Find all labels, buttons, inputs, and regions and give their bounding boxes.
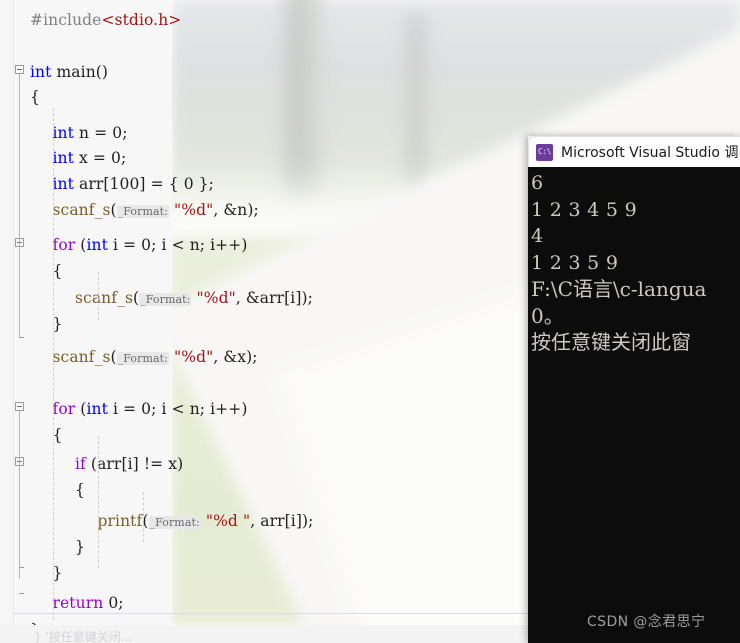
code-token: int — [52, 175, 74, 193]
code-line[interactable]: for (int i = 0; i < n; i++) — [53, 233, 248, 259]
code-token: ; — [122, 124, 128, 142]
indent-guide — [143, 492, 144, 542]
code-token: ] = { — [139, 175, 184, 193]
code-token: , &arr[i]); — [235, 289, 313, 307]
code-token: for — [52, 236, 76, 254]
code-token: int — [86, 236, 108, 254]
code-line[interactable]: printf(_Format: "%d ", arr[i]); — [98, 509, 314, 535]
code-line[interactable]: for (int i = 0; i < n; i++) — [53, 397, 248, 423]
code-token: 0 — [183, 175, 194, 193]
code-token: x = — [73, 149, 111, 167]
code-token: { — [30, 88, 40, 106]
visual-studio-screenshot: #include<stdio.h> int main(){int n = 0; in… — [0, 0, 740, 643]
code-token: { — [75, 481, 85, 499]
code-line[interactable]: int n = 0; — [53, 121, 128, 147]
code-token: ( — [75, 400, 87, 418]
console-output-line: 1 2 3 4 5 9 — [531, 198, 638, 221]
console-output-line: 0。 — [531, 303, 564, 328]
code-token: scanf_s — [52, 201, 111, 219]
code-token: main — [56, 63, 96, 81]
code-token: 0 — [110, 149, 121, 167]
code-token: int — [86, 400, 108, 418]
code-token: () — [95, 63, 109, 81]
code-line[interactable]: int x = 0; — [53, 146, 127, 172]
code-token: for — [52, 400, 76, 418]
code-token: "%d" — [196, 289, 236, 307]
code-token: <stdio.h> — [101, 11, 182, 29]
console-output-line: 1 2 3 5 9 — [531, 251, 619, 274]
code-line[interactable]: { — [75, 478, 85, 504]
bottom-ghost-text: } '按任意键关闭... — [34, 630, 133, 643]
console-title: Microsoft Visual Studio 调 — [561, 145, 739, 161]
console-output-line: 按任意键关闭此窗 — [531, 330, 691, 354]
code-token: arr[ — [73, 175, 110, 193]
code-line[interactable]: int arr[100] = { 0 }; — [53, 172, 214, 198]
code-token: ; — [120, 149, 127, 167]
code-line[interactable]: #include<stdio.h> — [30, 8, 181, 34]
code-token: ; i < n; i++) — [151, 236, 248, 254]
code-line[interactable]: scanf_s(_Format: "%d", &n); — [53, 198, 259, 224]
code-token: ( — [110, 348, 117, 366]
console-icon-glyph: C:\ — [538, 147, 551, 156]
indent-guide — [98, 436, 99, 568]
code-token: _Format: — [139, 293, 192, 306]
code-token: (arr[i] != x) — [85, 455, 184, 473]
code-token: "%d " — [205, 512, 251, 530]
code-token: , &x); — [213, 348, 258, 366]
code-token: return — [52, 594, 104, 612]
console-window[interactable]: C:\ Microsoft Visual Studio 调 6 1 2 3 4 5… — [528, 136, 740, 643]
console-titlebar[interactable]: C:\ Microsoft Visual Studio 调 — [528, 136, 740, 167]
indent-guide — [98, 272, 99, 320]
code-token: _Format: — [116, 205, 169, 218]
console-output-area[interactable]: 6 1 2 3 4 5 9 4 1 2 3 5 9 F:\C语言\c-langua 0。按… — [528, 167, 740, 643]
code-line[interactable]: scanf_s(_Format: "%d", &arr[i]); — [75, 286, 313, 312]
code-token: ; — [118, 594, 124, 612]
indent-guide — [53, 108, 54, 620]
code-token: "%d" — [174, 348, 214, 366]
code-token: 0 — [112, 124, 123, 142]
console-window-icon: C:\ — [536, 143, 553, 161]
code-token: int — [30, 63, 52, 81]
code-line[interactable]: { — [30, 85, 40, 111]
code-token: } — [75, 538, 85, 556]
code-token: _Format: — [116, 352, 169, 365]
code-token: printf — [97, 512, 143, 530]
code-token: 100 — [109, 175, 140, 193]
code-token: , &n); — [213, 201, 259, 219]
code-token: _Format: — [148, 516, 201, 529]
csdn-watermark: CSDN @念君思宁 — [587, 614, 706, 630]
code-token: 0 — [141, 400, 152, 418]
code-line[interactable]: int main() — [30, 60, 108, 86]
code-token: }; — [193, 175, 214, 193]
console-output-line: F:\C语言\c-langua — [531, 277, 707, 301]
console-output-line: 4 — [531, 225, 544, 247]
code-token: ( — [75, 236, 87, 254]
code-token: n = — [73, 124, 113, 142]
code-token: int — [52, 124, 74, 142]
code-token: ; i < n; i++) — [151, 400, 248, 418]
code-token: , arr[i]); — [250, 512, 314, 530]
code-token: int — [52, 149, 74, 167]
code-line[interactable]: if (arr[i] != x) — [75, 452, 183, 478]
code-token: i = — [107, 236, 142, 254]
console-output-line: 6 — [531, 172, 544, 194]
code-line[interactable]: } — [75, 535, 85, 561]
code-token: scanf_s — [52, 348, 111, 366]
code-token: #include — [30, 11, 102, 29]
code-token: i = — [107, 400, 142, 418]
code-token: if — [75, 455, 86, 473]
code-token: ( — [110, 201, 117, 219]
code-token: scanf_s — [75, 289, 133, 307]
code-line[interactable]: scanf_s(_Format: "%d", &x); — [53, 345, 258, 371]
code-token: 0 — [108, 594, 119, 612]
code-token: "%d" — [174, 201, 214, 219]
code-token: 0 — [141, 236, 152, 254]
